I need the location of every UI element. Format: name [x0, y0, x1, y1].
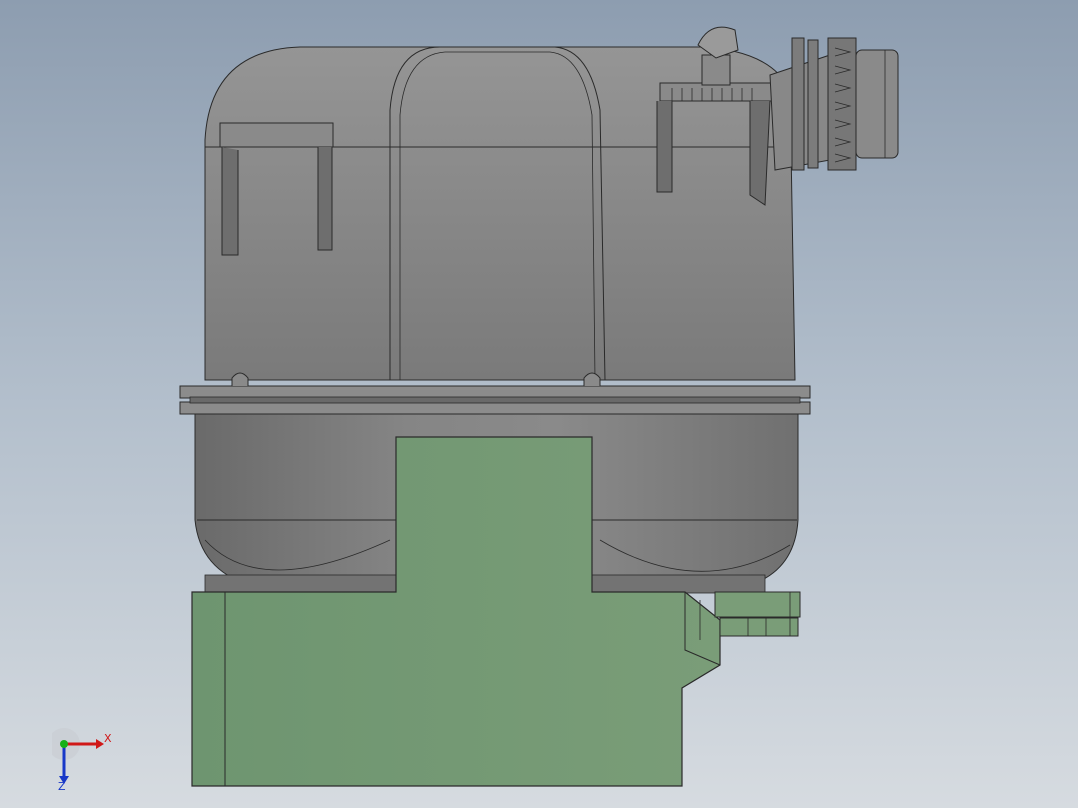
graphics-viewport[interactable]: X Z — [0, 0, 1078, 808]
3d-model[interactable] — [0, 0, 1078, 808]
x-axis-label: X — [104, 732, 112, 745]
y-axis-dot — [60, 740, 68, 748]
orientation-triad[interactable]: X Z — [52, 728, 122, 792]
z-axis-label: Z — [58, 780, 66, 792]
outlet-pipe — [769, 37, 899, 171]
x-axis-arrow — [96, 739, 104, 749]
